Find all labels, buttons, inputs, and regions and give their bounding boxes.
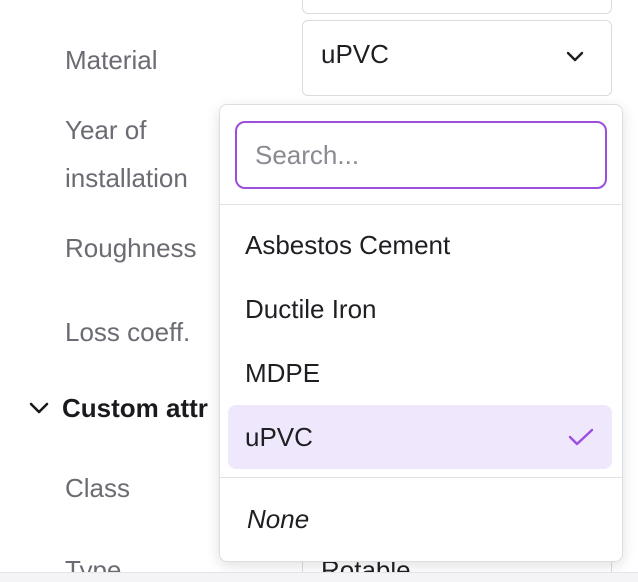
year-label-line1: Year of	[65, 115, 147, 145]
material-select-value: uPVC	[321, 39, 389, 69]
option-mdpe[interactable]: MDPE	[228, 341, 612, 405]
divider	[220, 477, 622, 478]
chevron-down-icon	[29, 402, 49, 414]
option-ductile-iron[interactable]: Ductile Iron	[228, 277, 612, 341]
material-label: Material	[65, 45, 158, 75]
option-label: MDPE	[245, 358, 321, 388]
option-label: uPVC	[245, 422, 313, 452]
previous-field[interactable]	[302, 0, 612, 14]
material-select[interactable]: uPVC	[302, 20, 612, 96]
option-label: Ductile Iron	[245, 294, 377, 324]
custom-attributes-title: Custom attr	[62, 392, 208, 423]
search-input[interactable]	[235, 121, 607, 189]
roughness-label: Roughness	[65, 233, 197, 263]
custom-attributes-toggle[interactable]: Custom attr	[28, 384, 208, 432]
option-label: None	[247, 504, 310, 534]
option-label: Asbestos Cement	[245, 230, 451, 260]
page: Material uPVC Year of installation Rough…	[0, 0, 638, 582]
option-none[interactable]: None	[228, 487, 612, 551]
class-label: Class	[65, 473, 131, 503]
divider	[220, 204, 622, 205]
loss-coeff-label: Loss coeff.	[65, 317, 191, 347]
option-upvc[interactable]: uPVC	[228, 405, 612, 469]
chevron-down-icon	[566, 51, 584, 62]
check-icon	[568, 428, 594, 446]
bottom-edge	[0, 572, 638, 582]
option-asbestos-cement[interactable]: Asbestos Cement	[228, 213, 612, 277]
year-label-line2: installation	[65, 163, 188, 193]
material-dropdown: Asbestos Cement Ductile Iron MDPE uPVC N…	[219, 104, 623, 562]
